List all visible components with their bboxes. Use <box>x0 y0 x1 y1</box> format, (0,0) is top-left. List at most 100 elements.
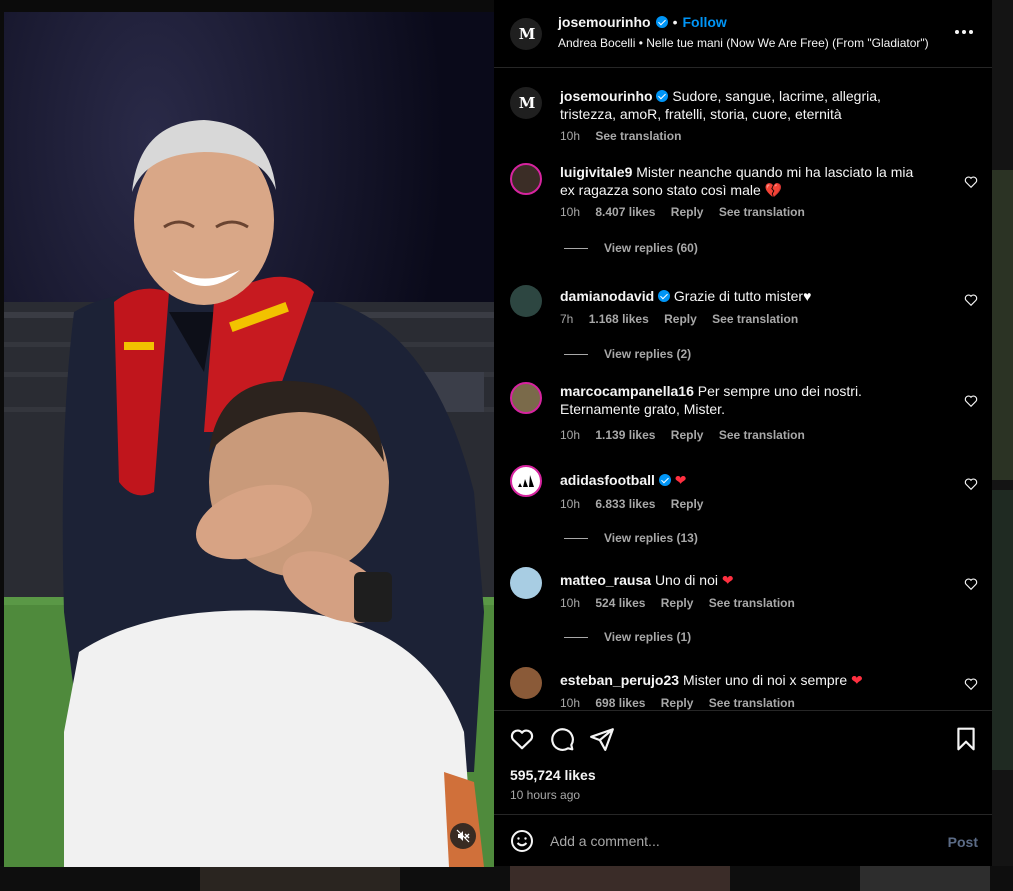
view-replies-label: View replies (13) <box>604 531 698 545</box>
see-translation-link[interactable]: See translation <box>719 205 805 219</box>
post-likes-count[interactable]: 595,724 likes <box>510 767 596 783</box>
author-username[interactable]: josemourinho <box>558 14 651 30</box>
comment-time: 10h <box>560 205 581 219</box>
replies-line <box>564 247 588 249</box>
commenter-avatar[interactable] <box>510 163 542 195</box>
comment-time: 10h <box>560 596 581 610</box>
caption-avatar-logo: M <box>518 94 536 112</box>
comment-time: 10h <box>560 497 581 511</box>
view-replies-button[interactable]: View replies (2) <box>564 347 691 361</box>
see-translation-link[interactable]: See translation <box>595 129 681 143</box>
comment-likes[interactable]: 698 likes <box>595 696 645 710</box>
separator: • <box>672 14 678 30</box>
comment-meta: 10h 524 likes Reply See translation <box>560 596 807 610</box>
comment-likes[interactable]: 6.833 likes <box>595 497 655 511</box>
commenter-avatar[interactable] <box>510 285 542 317</box>
commenter-avatar[interactable] <box>510 667 542 699</box>
caption-avatar[interactable]: M <box>510 87 542 119</box>
follow-button[interactable]: Follow <box>682 14 726 30</box>
share-icon[interactable] <box>589 726 615 752</box>
like-comment-heart-icon[interactable] <box>964 677 978 691</box>
see-translation-link[interactable]: See translation <box>712 312 798 326</box>
verified-badge-icon <box>658 290 671 302</box>
comment-likes[interactable]: 8.407 likes <box>595 205 655 219</box>
reply-button[interactable]: Reply <box>671 205 704 219</box>
view-replies-button[interactable]: View replies (1) <box>564 630 691 644</box>
comment-text-block: luigivitale9 Mister neanche quando mi ha… <box>560 163 930 199</box>
comment-username[interactable]: damianodavid <box>560 288 654 304</box>
comment-time: 7h <box>560 312 574 326</box>
reply-button[interactable]: Reply <box>664 312 697 326</box>
comment-meta: 10h 8.407 likes Reply See translation <box>560 205 817 219</box>
author-logo: M <box>518 25 536 43</box>
replies-line <box>564 636 588 638</box>
comments-list[interactable]: M josemourinho Sudore, sangue, lacrime, … <box>494 69 992 710</box>
see-translation-link[interactable]: See translation <box>719 428 805 442</box>
background-feed-strip <box>992 0 1013 891</box>
comment-text-block: matteo_rausa Uno di noi ❤ <box>560 571 930 589</box>
comment-icon[interactable] <box>549 726 575 752</box>
comment-meta: 7h 1.168 likes Reply See translation <box>560 312 810 326</box>
reply-button[interactable]: Reply <box>661 696 694 710</box>
comment-text: Uno di noi <box>654 572 718 588</box>
comment-text-block: damianodavid Grazie di tutto mister♥ <box>560 287 930 305</box>
comment-meta: 10h 698 likes Reply See translation <box>560 696 807 710</box>
post-details-panel: M josemourinho • Follow Andrea Bocelli •… <box>494 0 992 866</box>
like-comment-heart-icon[interactable] <box>964 394 978 408</box>
post-timestamp[interactable]: 10 hours ago <box>510 788 580 802</box>
view-replies-button[interactable]: View replies (13) <box>564 531 698 545</box>
mute-toggle-button[interactable] <box>450 823 476 849</box>
background-feed-strip-bottom <box>0 866 1013 891</box>
comment-username[interactable]: marcocampanella16 <box>560 383 694 399</box>
comment-text-block: esteban_perujo23 Mister uno di noi x sem… <box>560 671 930 689</box>
comment-username[interactable]: esteban_perujo23 <box>560 672 679 688</box>
white-heart-emoji: ♥ <box>803 288 812 304</box>
comment-meta: 10h 1.139 likes Reply See translation <box>560 428 817 442</box>
replies-line <box>564 537 588 539</box>
see-translation-link[interactable]: See translation <box>709 696 795 710</box>
reply-button[interactable]: Reply <box>671 497 704 511</box>
caption-meta: 10h See translation <box>560 129 693 143</box>
caption-time: 10h <box>560 129 581 143</box>
see-translation-link[interactable]: See translation <box>709 596 795 610</box>
comment-likes[interactable]: 1.139 likes <box>595 428 655 442</box>
audio-track-link[interactable]: Andrea Bocelli • Nelle tue mani (Now We … <box>558 36 929 50</box>
comment-likes[interactable]: 524 likes <box>595 596 645 610</box>
heart-icon[interactable] <box>509 726 535 752</box>
bookmark-icon[interactable] <box>953 726 979 752</box>
like-comment-heart-icon[interactable] <box>964 175 978 189</box>
reply-button[interactable]: Reply <box>671 428 704 442</box>
post-comment-button[interactable]: Post <box>948 834 978 850</box>
caption-username[interactable]: josemourinho <box>560 88 653 104</box>
like-comment-heart-icon[interactable] <box>964 577 978 591</box>
like-comment-heart-icon[interactable] <box>964 293 978 307</box>
comment-likes[interactable]: 1.168 likes <box>589 312 649 326</box>
comment-username[interactable]: luigivitale9 <box>560 164 632 180</box>
verified-badge-icon <box>658 474 671 486</box>
like-comment-heart-icon[interactable] <box>964 477 978 491</box>
post-header: M josemourinho • Follow Andrea Bocelli •… <box>494 0 992 68</box>
comment-input[interactable] <box>550 829 910 853</box>
commenter-avatar[interactable] <box>510 382 542 414</box>
commenter-avatar[interactable] <box>510 465 542 497</box>
post-photo[interactable] <box>4 12 494 867</box>
add-comment-bar: Post <box>494 814 992 866</box>
post-actions: 595,724 likes 10 hours ago <box>494 710 992 814</box>
red-heart-emoji: ❤ <box>721 572 734 588</box>
comment-username[interactable]: adidasfootball <box>560 472 655 488</box>
view-replies-button[interactable]: View replies (60) <box>564 241 698 255</box>
more-options-icon[interactable] <box>954 22 974 42</box>
reply-button[interactable]: Reply <box>661 596 694 610</box>
comment-time: 10h <box>560 428 581 442</box>
author-avatar[interactable]: M <box>510 18 542 50</box>
verified-badge-icon <box>656 90 669 102</box>
replies-line <box>564 353 588 355</box>
post-photo-illustration <box>4 12 494 867</box>
verified-badge-icon <box>655 16 668 28</box>
caption-text-block: josemourinho Sudore, sangue, lacrime, al… <box>560 87 940 123</box>
emoji-icon[interactable] <box>510 829 534 853</box>
comment-username[interactable]: matteo_rausa <box>560 572 651 588</box>
comment-text: Grazie di tutto mister <box>673 288 804 304</box>
commenter-avatar[interactable] <box>510 567 542 599</box>
comment-meta: 10h 6.833 likes Reply <box>560 497 715 511</box>
